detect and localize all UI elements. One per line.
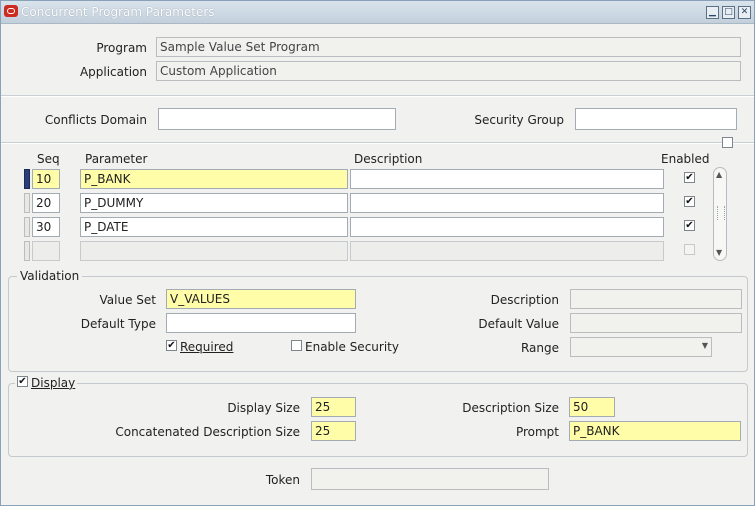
title-bar[interactable]: Concurrent Program Parameters ▁ □ ✕ [1, 1, 754, 24]
conflicts-domain-input[interactable] [158, 108, 396, 130]
window-title: Concurrent Program Parameters [21, 5, 215, 19]
validation-description-field[interactable] [570, 289, 742, 309]
parameter-cell[interactable]: P_DUMMY [80, 193, 348, 213]
prompt-input[interactable]: P_BANK [569, 421, 741, 441]
row-marker[interactable] [24, 241, 30, 261]
seq-cell[interactable] [32, 241, 60, 261]
validation-description-label: Description [490, 293, 559, 307]
range-select[interactable]: ▼ [570, 337, 712, 357]
application-field[interactable]: Custom Application [156, 61, 741, 81]
enabled-checkbox[interactable]: ✔ [684, 220, 695, 231]
token-label: Token [265, 473, 300, 487]
required-label[interactable]: Required [180, 340, 233, 354]
display-size-label: Display Size [227, 401, 300, 415]
parameter-cell[interactable]: P_BANK [80, 169, 348, 189]
row-marker[interactable] [24, 217, 30, 237]
value-set-input[interactable]: V_VALUES [166, 289, 356, 309]
seq-cell[interactable]: 10 [32, 169, 60, 189]
conflicts-domain-label: Conflicts Domain [44, 113, 147, 127]
column-header-description: Description [354, 152, 423, 166]
column-header-seq: Seq [37, 152, 60, 166]
column-header-enabled: Enabled [661, 152, 710, 166]
minimize-icon[interactable]: ▁ [706, 6, 719, 19]
security-group-input[interactable] [575, 108, 737, 130]
scroll-up-icon[interactable]: ▲ [716, 170, 722, 179]
row-current-marker[interactable] [24, 169, 30, 189]
table-scrollbar[interactable]: ▲ ▼ [713, 167, 727, 261]
window-toggle-checkbox[interactable] [722, 137, 733, 148]
parameter-cell[interactable]: P_DATE [80, 217, 348, 237]
concurrent-program-parameters-window: Concurrent Program Parameters ▁ □ ✕ Prog… [0, 0, 755, 506]
parameter-cell[interactable] [80, 241, 348, 261]
security-group-label: Security Group [474, 113, 564, 127]
enabled-checkbox[interactable]: ✔ [684, 196, 695, 207]
default-value-label: Default Value [478, 317, 559, 331]
scroll-down-icon[interactable]: ▼ [716, 248, 722, 257]
display-checkbox[interactable]: ✔ [17, 376, 28, 387]
enabled-checkbox[interactable] [684, 244, 695, 255]
value-set-label: Value Set [99, 293, 156, 307]
description-size-input[interactable]: 50 [569, 397, 615, 417]
row-marker[interactable] [24, 193, 30, 213]
description-cell[interactable] [350, 193, 664, 213]
default-type-input[interactable] [166, 313, 356, 333]
description-size-label: Description Size [462, 401, 559, 415]
description-cell[interactable] [350, 217, 664, 237]
application-label: Application [79, 65, 147, 79]
validation-group-label: Validation [17, 269, 83, 283]
range-label: Range [520, 341, 559, 355]
concatenated-description-size-input[interactable]: 25 [311, 421, 356, 441]
display-size-input[interactable]: 25 [311, 397, 356, 417]
required-checkbox[interactable]: ✔ [166, 340, 177, 351]
seq-cell[interactable]: 20 [32, 193, 60, 213]
separator [1, 142, 754, 144]
oracle-logo-icon [4, 5, 18, 17]
close-icon[interactable]: ✕ [738, 6, 751, 19]
separator [1, 95, 754, 97]
maximize-icon[interactable]: □ [722, 6, 735, 19]
token-field[interactable] [311, 468, 549, 490]
display-group [8, 383, 748, 457]
chevron-down-icon[interactable]: ▼ [702, 341, 708, 350]
column-header-parameter: Parameter [85, 152, 148, 166]
program-field[interactable]: Sample Value Set Program [156, 37, 741, 57]
scroll-thumb-grip-icon[interactable] [717, 206, 725, 220]
enable-security-label[interactable]: Enable Security [305, 340, 399, 354]
description-cell[interactable] [350, 169, 664, 189]
display-group-label[interactable]: Display [31, 376, 75, 390]
program-label: Program [96, 41, 147, 55]
concatenated-description-size-label: Concatenated Description Size [115, 425, 300, 439]
prompt-label: Prompt [515, 425, 559, 439]
enable-security-checkbox[interactable] [291, 340, 302, 351]
default-type-label: Default Type [80, 317, 156, 331]
default-value-field[interactable] [570, 313, 742, 333]
seq-cell[interactable]: 30 [32, 217, 60, 237]
description-cell[interactable] [350, 241, 664, 261]
enabled-checkbox[interactable]: ✔ [684, 172, 695, 183]
